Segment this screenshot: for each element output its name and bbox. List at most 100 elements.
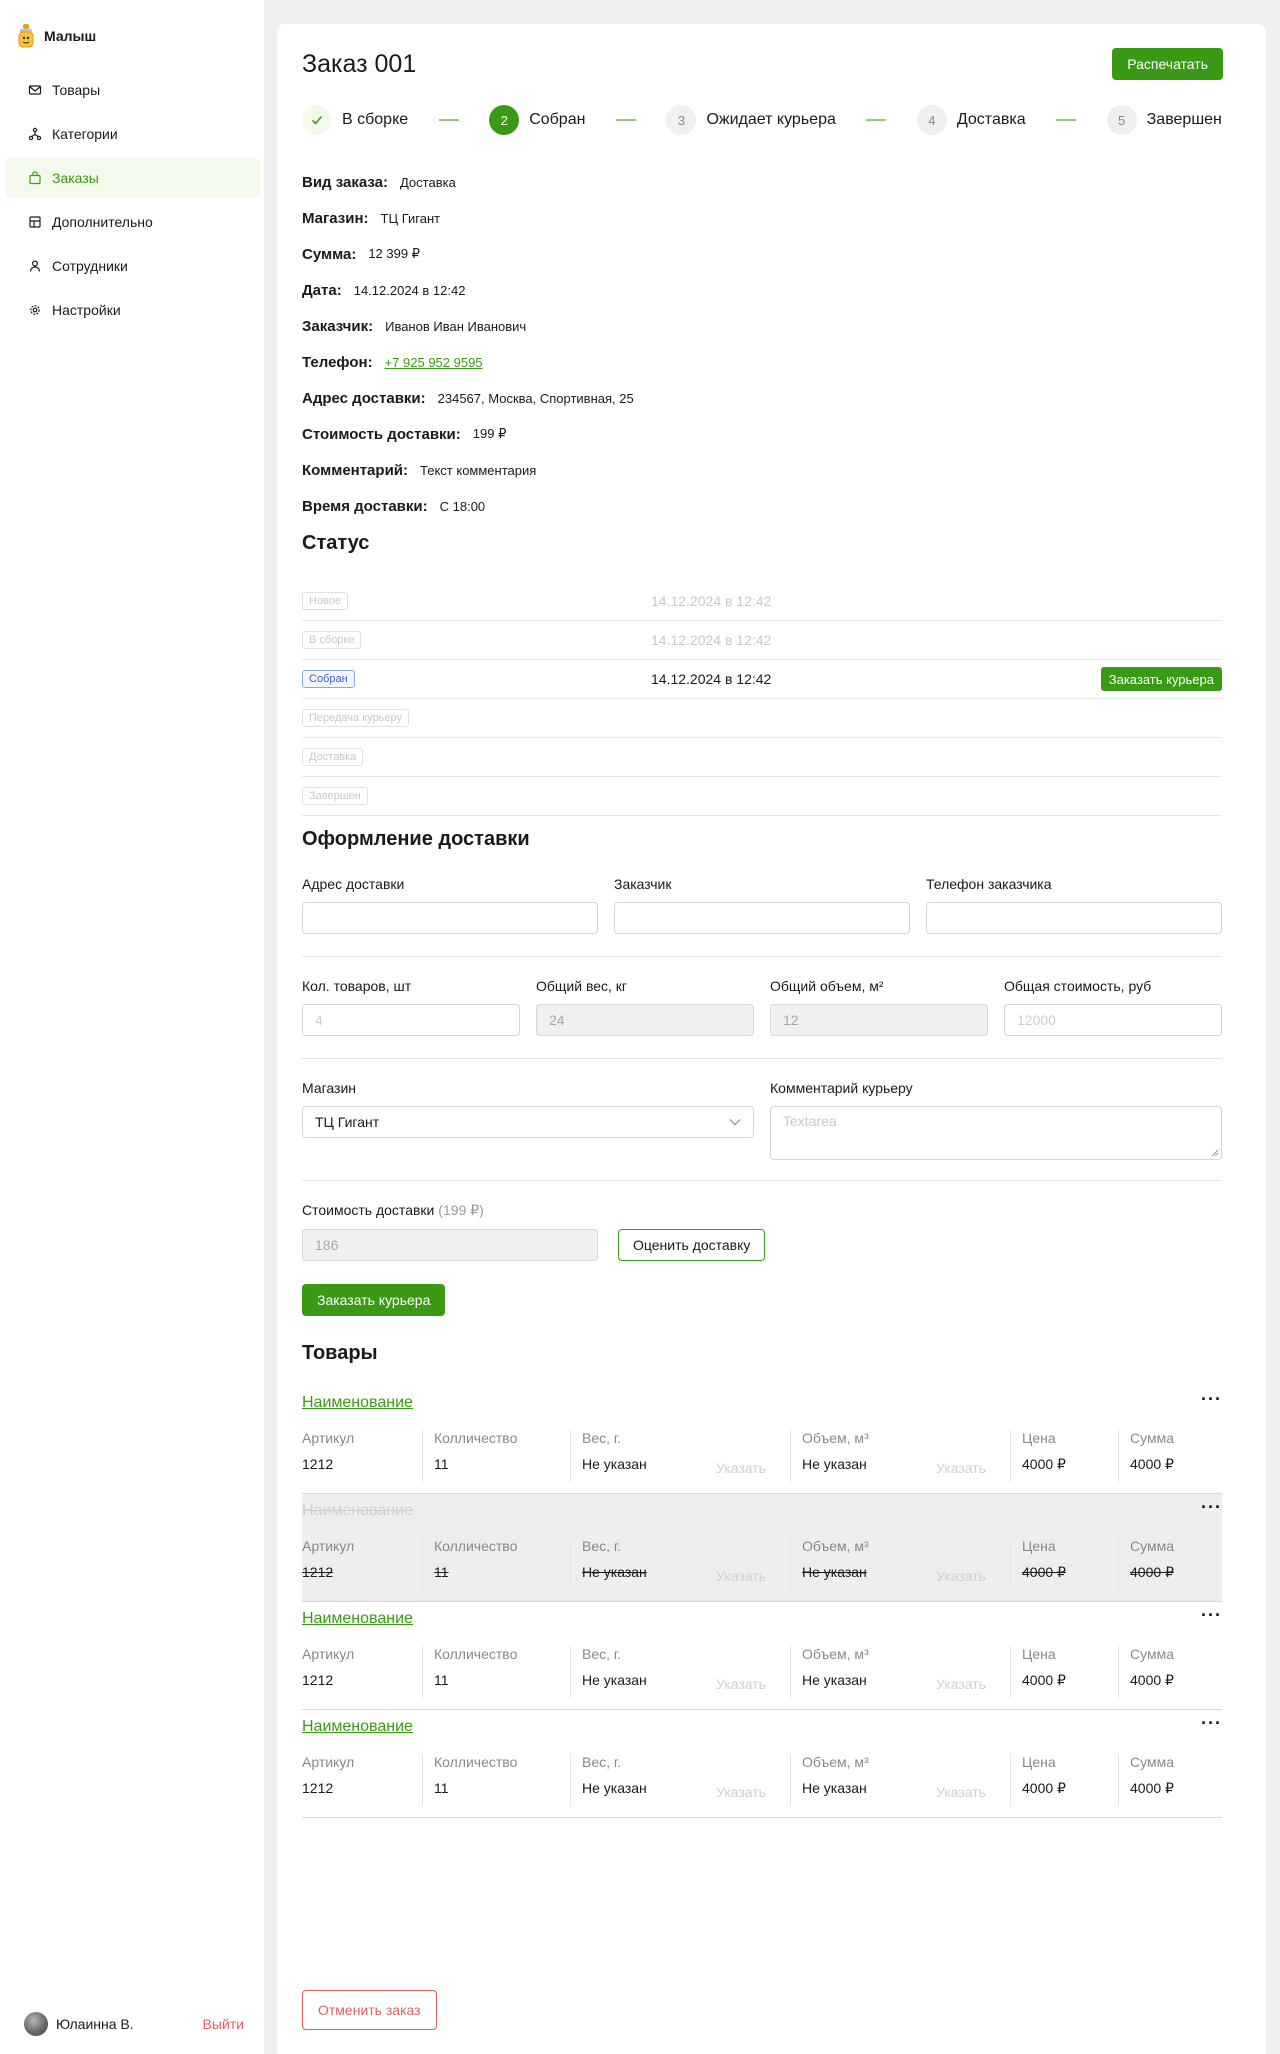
store-select[interactable]: ТЦ Гигант	[302, 1106, 754, 1138]
info-value: 12 399 ₽	[368, 246, 420, 261]
set-weight-link[interactable]: Указать	[716, 1676, 766, 1692]
delivery-row-metrics: Кол. товаров, шт 4 Общий вес, кг 24 Общи…	[302, 978, 1222, 1036]
info-row-type: Вид заказа: Доставка	[302, 164, 634, 200]
set-weight-link[interactable]: Указать	[716, 1460, 766, 1476]
product-sum: Сумма 4000 ₽	[1130, 1646, 1174, 1689]
delivery-row-store: Магазин ТЦ Гигант Комментарий курьеру Te…	[302, 1080, 1222, 1160]
status-date: 14.12.2024 в 12:42	[651, 593, 772, 609]
cell-value: Не указан	[802, 1780, 867, 1796]
sidebar-item-products[interactable]: Товары	[6, 70, 260, 110]
step-awaiting-courier[interactable]: 3 Ожидает курьера	[666, 105, 836, 135]
set-weight-link[interactable]: Указать	[716, 1784, 766, 1800]
info-value: 199 ₽	[472, 426, 507, 441]
cell-value: Не указан	[582, 1780, 647, 1796]
cell-value: 4000 ₽	[1022, 1456, 1066, 1472]
column-header: Колличество	[434, 1646, 518, 1662]
column-header: Вес, г.	[582, 1754, 622, 1770]
cell-value: 1212	[302, 1780, 334, 1796]
product-name-link[interactable]: Наименование	[302, 1718, 413, 1736]
sidebar-item-categories[interactable]: Категории	[6, 114, 260, 154]
phone-link[interactable]: +7 925 952 9595	[385, 355, 483, 370]
step-circle: 2	[489, 105, 520, 135]
delivery-row-cost: Стоимость доставки (199 ₽) 186 Оценить д…	[302, 1202, 1222, 1261]
info-row-store: Магазин: ТЦ Гигант	[302, 200, 634, 236]
column-header: Артикул	[302, 1646, 355, 1662]
resize-handle-icon[interactable]	[1211, 1149, 1219, 1157]
column-divider	[1118, 1430, 1119, 1482]
more-icon[interactable]: ···	[1201, 1390, 1222, 1408]
order-courier-button[interactable]: Заказать курьера	[1100, 667, 1222, 691]
sidebar-item-additional[interactable]: Дополнительно	[6, 202, 260, 242]
cell-value: 1212	[302, 1564, 334, 1580]
status-badge: В сборке	[302, 631, 362, 649]
cell-value: 4000 ₽	[1130, 1456, 1174, 1472]
qty-input[interactable]: 4	[302, 1004, 520, 1036]
step-assembled[interactable]: 2 Собран	[489, 105, 585, 135]
courier-comment-textarea[interactable]: Textarea	[770, 1106, 1222, 1160]
order-courier-main-button[interactable]: Заказать курьера	[302, 1284, 446, 1316]
product-volume: Объем, м³ Не указан	[802, 1430, 869, 1472]
step-circle	[302, 105, 332, 135]
info-label: Магазин:	[302, 209, 369, 227]
product-name-link[interactable]: Наименование	[302, 1394, 413, 1412]
column-divider	[1010, 1430, 1011, 1482]
step-circle: 3	[666, 105, 697, 135]
estimate-delivery-button[interactable]: Оценить доставку	[618, 1229, 766, 1261]
column-divider	[790, 1646, 791, 1698]
user-panel: Юлаинна В. Выйти	[24, 2012, 244, 2036]
cell-value: 4000 ₽	[1022, 1672, 1066, 1688]
order-info: Вид заказа: Доставка Магазин: ТЦ Гигант Су…	[302, 164, 634, 524]
print-button[interactable]: Распечатать	[1112, 48, 1223, 80]
set-volume-link[interactable]: Указать	[936, 1568, 986, 1584]
cancel-order-button[interactable]: Отменить заказ	[302, 1990, 437, 2030]
status-row: Завершен	[302, 777, 1222, 816]
brand[interactable]: Малыш	[16, 24, 96, 48]
sidebar-item-label: Дополнительно	[52, 214, 153, 230]
cell-value: Не указан	[582, 1672, 647, 1688]
cell-value: 1212	[302, 1456, 334, 1472]
set-volume-link[interactable]: Указать	[936, 1784, 986, 1800]
avatar[interactable]	[24, 2012, 48, 2036]
address-input[interactable]	[302, 902, 598, 934]
set-weight-link[interactable]: Указать	[716, 1568, 766, 1584]
product-name-link[interactable]: Наименование	[302, 1502, 413, 1520]
logout-link[interactable]: Выйти	[203, 2016, 244, 2032]
product-name-link[interactable]: Наименование	[302, 1610, 413, 1628]
customer-input[interactable]	[614, 902, 910, 934]
product-row-removed: Наименование ··· Артикул 1212 Колличество…	[302, 1494, 1222, 1602]
more-icon[interactable]: ···	[1201, 1498, 1222, 1516]
step-assembling[interactable]: В сборке	[302, 105, 408, 135]
step-completed[interactable]: 5 Завершен	[1106, 105, 1222, 135]
set-volume-link[interactable]: Указать	[936, 1676, 986, 1692]
column-header: Сумма	[1130, 1430, 1174, 1446]
sidebar-item-staff[interactable]: Сотрудники	[6, 246, 260, 286]
column-header: Колличество	[434, 1430, 518, 1446]
column-header: Цена	[1022, 1430, 1056, 1446]
info-row-phone: Телефон: +7 925 952 9595	[302, 344, 634, 380]
product-price: Цена 4000 ₽	[1022, 1754, 1066, 1797]
product-weight: Вес, г. Не указан	[582, 1754, 647, 1796]
cost-input[interactable]: 12000	[1004, 1004, 1222, 1036]
cell-value: 4000 ₽	[1130, 1780, 1174, 1796]
more-icon[interactable]: ···	[1201, 1606, 1222, 1624]
sidebar-item-orders[interactable]: Заказы	[6, 158, 260, 198]
step-delivery[interactable]: 4 Доставка	[916, 105, 1026, 135]
column-divider	[570, 1430, 571, 1482]
sidebar-item-settings[interactable]: Настройки	[6, 290, 260, 330]
step-label: Доставка	[956, 111, 1026, 128]
product-sku: Артикул 1212	[302, 1754, 354, 1796]
volume-field-group: Общий объем, м² 12	[770, 978, 988, 1036]
more-icon[interactable]: ···	[1201, 1714, 1222, 1732]
set-volume-link[interactable]: Указать	[936, 1460, 986, 1476]
status-date: 14.12.2024 в 12:42	[651, 671, 772, 687]
step-circle: 5	[1106, 105, 1137, 135]
info-row-date: Дата: 14.12.2024 в 12:42	[302, 272, 634, 308]
step-connector	[615, 119, 636, 121]
column-header: Колличество	[434, 1754, 518, 1770]
status-badge: Передача курьеру	[302, 709, 409, 727]
field-label: Адрес доставки	[302, 876, 405, 892]
step-connector	[438, 119, 459, 121]
phone-input[interactable]	[926, 902, 1222, 934]
product-qty: Колличество 11	[434, 1430, 517, 1472]
column-divider	[570, 1646, 571, 1698]
